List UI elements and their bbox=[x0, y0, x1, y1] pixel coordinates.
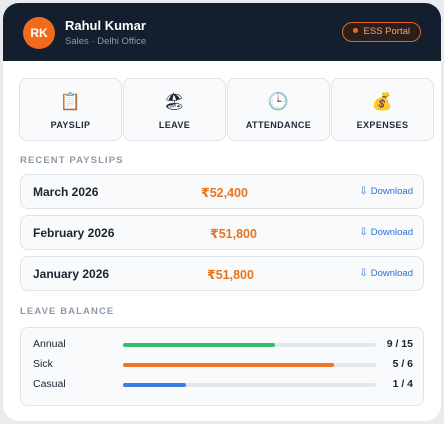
leave-progress-fill bbox=[123, 363, 334, 367]
leave-balance-title: LEAVE BALANCE bbox=[20, 306, 115, 317]
leave-row: Annual 9 / 15 bbox=[21, 337, 423, 353]
leave-type-label: Annual bbox=[33, 338, 66, 350]
expenses-label: EXPENSES bbox=[356, 120, 409, 130]
ess-portal-label: ESS Portal bbox=[363, 26, 410, 37]
leave-count: 5 / 6 bbox=[392, 358, 413, 370]
payslip-amount: ₹52,400 bbox=[201, 186, 248, 200]
download-link[interactable]: ⇩ Download bbox=[359, 186, 413, 197]
avatar[interactable]: RK bbox=[23, 17, 55, 49]
leave-type-label: Casual bbox=[33, 378, 66, 390]
money-bag-icon: 💰 bbox=[371, 92, 394, 111]
payslip-row: February 2026 ₹51,800 ⇩ Download bbox=[20, 215, 424, 250]
expenses-tile[interactable]: 💰 EXPENSES bbox=[331, 78, 434, 141]
leave-row: Casual 1 / 4 bbox=[21, 377, 423, 393]
status-dot-icon bbox=[352, 28, 358, 33]
payslip-row: January 2026 ₹51,800 ⇩ Download bbox=[20, 256, 424, 291]
payslip-month: January 2026 bbox=[33, 267, 110, 281]
payslip-amount: ₹51,800 bbox=[207, 268, 254, 282]
leave-progress-fill bbox=[123, 343, 275, 347]
profile-header: RK Rahul Kumar Sales · Delhi Office ESS … bbox=[3, 3, 441, 61]
payslip-amount: ₹51,800 bbox=[210, 227, 257, 241]
leave-progress-track bbox=[123, 383, 376, 387]
download-icon: ⇩ bbox=[359, 186, 368, 197]
recent-payslips-title: RECENT PAYSLIPS bbox=[20, 155, 124, 166]
leave-count: 9 / 15 bbox=[386, 338, 413, 350]
leave-progress-track bbox=[123, 363, 376, 367]
leave-row: Sick 5 / 6 bbox=[21, 357, 423, 373]
calendar-icon: 🏖 bbox=[163, 92, 186, 111]
ess-portal-badge[interactable]: ESS Portal bbox=[341, 22, 421, 42]
download-icon: ⇩ bbox=[359, 227, 368, 238]
download-label: Download bbox=[370, 268, 413, 279]
leave-label: LEAVE bbox=[158, 120, 191, 130]
payslip-label: PAYSLIP bbox=[50, 120, 91, 130]
download-icon: ⇩ bbox=[359, 268, 368, 279]
clock-icon: 🕒 bbox=[267, 92, 290, 111]
user-subtitle: Sales · Delhi Office bbox=[65, 36, 147, 47]
payslip-month: March 2026 bbox=[33, 185, 99, 199]
download-label: Download bbox=[370, 186, 413, 197]
leave-count: 1 / 4 bbox=[392, 378, 413, 390]
leave-type-label: Sick bbox=[33, 358, 53, 370]
payslip-tile[interactable]: 📋 PAYSLIP bbox=[19, 78, 122, 141]
download-link[interactable]: ⇩ Download bbox=[359, 268, 413, 279]
user-name: Rahul Kumar bbox=[65, 18, 146, 33]
leave-progress-track bbox=[123, 343, 376, 347]
clipboard-icon: 📋 bbox=[59, 92, 82, 111]
download-label: Download bbox=[370, 227, 413, 238]
download-link[interactable]: ⇩ Download bbox=[359, 227, 413, 238]
leave-progress-fill bbox=[123, 383, 187, 387]
ess-card: RK Rahul Kumar Sales · Delhi Office ESS … bbox=[3, 3, 441, 421]
attendance-label: ATTENDANCE bbox=[245, 120, 312, 130]
payslip-month: February 2026 bbox=[33, 226, 115, 240]
leave-tile[interactable]: 🏖 LEAVE bbox=[123, 78, 226, 141]
leave-balance-panel: Annual 9 / 15 Sick 5 / 6 Casual 1 / 4 bbox=[20, 327, 424, 406]
attendance-tile[interactable]: 🕒 ATTENDANCE bbox=[227, 78, 330, 141]
payslip-row: March 2026 ₹52,400 ⇩ Download bbox=[20, 174, 424, 209]
